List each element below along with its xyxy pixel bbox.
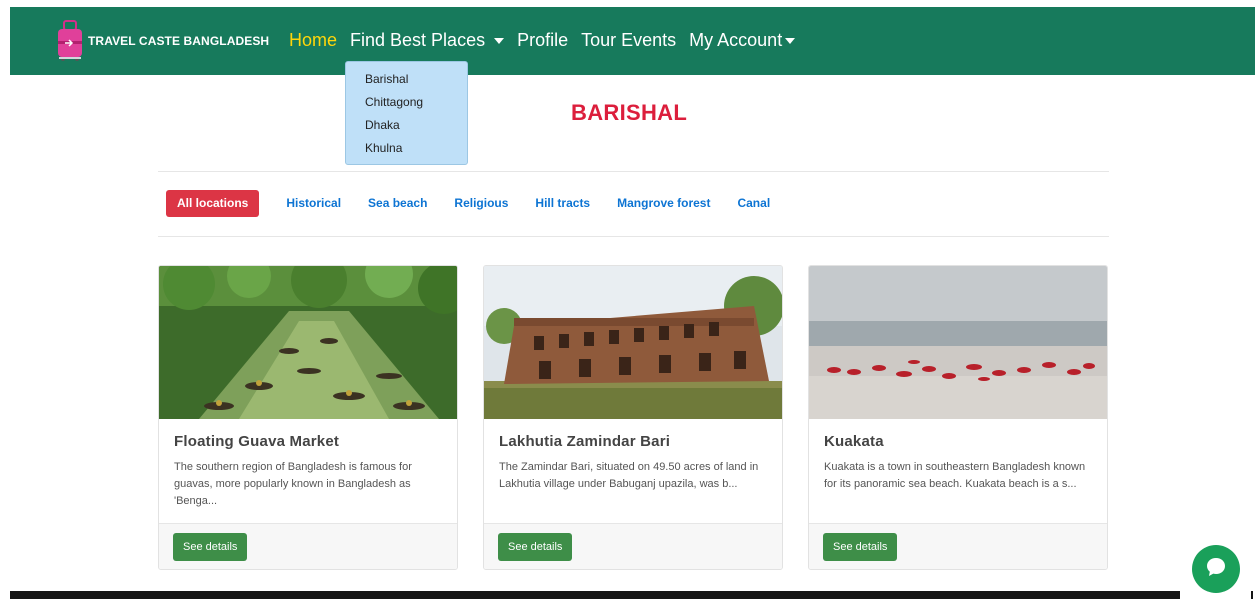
dropdown-item-chittagong[interactable]: Chittagong bbox=[346, 93, 467, 116]
divider-top bbox=[158, 171, 1109, 172]
brand-name: TRAVEL CASTE BANGLADESH bbox=[88, 34, 270, 48]
filter-all-locations[interactable]: All locations bbox=[166, 190, 260, 217]
nav-profile[interactable]: Profile bbox=[517, 30, 568, 51]
nav-links: Home Find Best Places Profile Tour Event… bbox=[289, 30, 796, 51]
caret-down-icon bbox=[494, 37, 505, 44]
place-card: Lakhutia Zamindar Bari The Zamindar Bari… bbox=[483, 265, 783, 570]
dropdown-item-dhaka[interactable]: Dhaka bbox=[346, 116, 467, 139]
filter-bar: All locations Historical Sea beach Relig… bbox=[166, 190, 770, 217]
card-title: Kuakata bbox=[824, 433, 884, 450]
nav-my-account-label: My Account bbox=[689, 30, 783, 50]
place-card: Floating Guava Market The southern regio… bbox=[158, 265, 458, 570]
card-title: Floating Guava Market bbox=[174, 433, 340, 450]
nav-tour-events[interactable]: Tour Events bbox=[581, 30, 676, 51]
filter-sea-beach[interactable]: Sea beach bbox=[368, 190, 427, 217]
dropdown-item-khulna[interactable]: Khulna bbox=[346, 139, 467, 162]
card-title: Lakhutia Zamindar Bari bbox=[499, 433, 671, 450]
nav-find-best-places-label: Find Best Places bbox=[350, 30, 486, 50]
divider-bottom bbox=[158, 236, 1109, 237]
nav-find-best-places[interactable]: Find Best Places bbox=[350, 30, 505, 51]
caret-down-icon bbox=[785, 37, 796, 44]
chat-bubble-icon bbox=[1204, 555, 1228, 584]
place-image-lakhutia-zamindar-bari[interactable] bbox=[484, 266, 782, 419]
place-image-kuakata[interactable] bbox=[809, 266, 1107, 419]
card-description: The southern region of Bangladesh is fam… bbox=[174, 461, 412, 507]
brand[interactable]: TRAVEL CASTE BANGLADESH bbox=[56, 19, 269, 63]
filter-religious[interactable]: Religious bbox=[454, 190, 508, 217]
dropdown-item-barishal[interactable]: Barishal bbox=[346, 70, 467, 93]
place-card: Kuakata Kuakata is a town in southeaster… bbox=[808, 265, 1108, 570]
place-image-floating-guava-market[interactable] bbox=[159, 266, 457, 419]
bottom-bar bbox=[10, 591, 1180, 599]
places-dropdown-menu: Barishal Chittagong Dhaka Khulna bbox=[345, 61, 468, 165]
card-description: Kuakata is a town in southeastern Bangla… bbox=[824, 461, 1086, 490]
filter-hill-tracts[interactable]: Hill tracts bbox=[535, 190, 590, 217]
filter-mangrove-forest[interactable]: Mangrove forest bbox=[617, 190, 710, 217]
card-footer: See details bbox=[484, 523, 782, 569]
bottom-bar-tick bbox=[1251, 591, 1253, 599]
chat-button[interactable] bbox=[1192, 545, 1240, 593]
nav-home[interactable]: Home bbox=[289, 30, 337, 51]
page-title: BARISHAL bbox=[571, 100, 688, 125]
suitcase-icon bbox=[56, 19, 84, 63]
card-footer: See details bbox=[809, 523, 1107, 569]
card-footer: See details bbox=[159, 523, 457, 569]
navbar: TRAVEL CASTE BANGLADESH Home Find Best P… bbox=[10, 7, 1255, 75]
see-details-button[interactable]: See details bbox=[173, 533, 248, 561]
filter-historical[interactable]: Historical bbox=[286, 190, 341, 217]
see-details-button[interactable]: See details bbox=[823, 533, 898, 561]
top-strip bbox=[0, 0, 1255, 7]
see-details-button[interactable]: See details bbox=[498, 533, 573, 561]
card-description: The Zamindar Bari, situated on 49.50 acr… bbox=[499, 461, 759, 490]
filter-canal[interactable]: Canal bbox=[737, 190, 770, 217]
nav-my-account[interactable]: My Account bbox=[689, 30, 796, 51]
